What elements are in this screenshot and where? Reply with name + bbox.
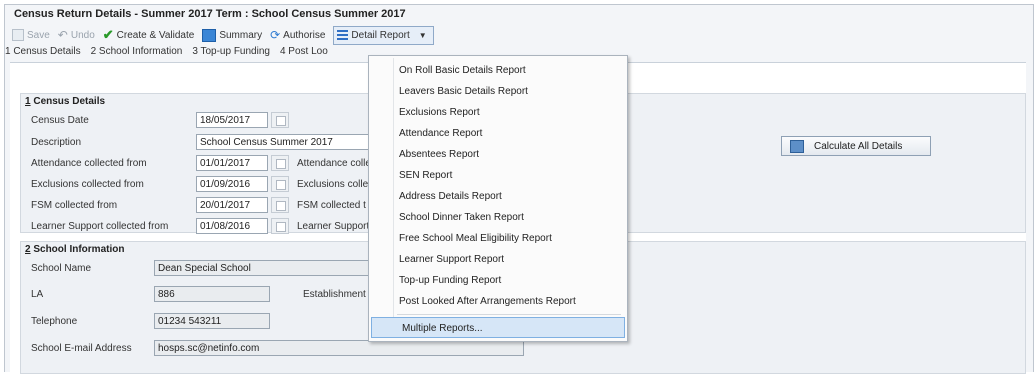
summary-label: Summary [219, 29, 263, 41]
menu-item-multiple-reports[interactable]: Multiple Reports... [371, 317, 625, 338]
exclusions-from-label: Exclusions collected from [31, 178, 144, 190]
calendar-icon[interactable] [271, 218, 289, 234]
menu-item-exclusions[interactable]: Exclusions Report [369, 102, 627, 123]
description-label: Description [31, 136, 82, 148]
calendar-icon[interactable] [271, 197, 289, 213]
exclusions-from-field[interactable]: 01/09/2016 [196, 176, 268, 192]
section-tabs: 1 Census Details 2 School Information 3 … [5, 46, 328, 57]
school-information-heading: 2 School Information [25, 244, 125, 255]
summary-icon [202, 28, 217, 42]
save-label: Save [27, 29, 50, 41]
chevron-down-icon: ▼ [418, 30, 427, 40]
menu-item-top-up-funding[interactable]: Top-up Funding Report [369, 270, 627, 291]
calculate-all-details-button[interactable]: Calculate All Details [781, 136, 931, 156]
calculate-all-details-label: Calculate All Details [814, 140, 903, 152]
menu-item-post-looked-after-arrangements[interactable]: Post Looked After Arrangements Report [369, 291, 627, 312]
menu-item-address-details[interactable]: Address Details Report [369, 186, 627, 207]
menu-separator [397, 314, 621, 315]
detail-report-menu: On Roll Basic Details Report Leavers Bas… [368, 55, 628, 342]
establishment-label: Establishment N [303, 288, 376, 300]
menu-item-sen[interactable]: SEN Report [369, 165, 627, 186]
window-title: Census Return Details - Summer 2017 Term… [14, 8, 406, 20]
authorise-button[interactable]: ⟳ Authorise [270, 29, 325, 41]
fsm-from-field[interactable]: 20/01/2017 [196, 197, 268, 213]
tab-top-up-funding[interactable]: 3 Top-up Funding [192, 46, 270, 57]
attendance-from-field[interactable]: 01/01/2017 [196, 155, 268, 171]
undo-icon: ↶ [57, 28, 68, 42]
calendar-icon[interactable] [271, 155, 289, 171]
tab-census-details[interactable]: 1 Census Details [5, 46, 81, 57]
menu-item-free-school-meal-eligibility[interactable]: Free School Meal Eligibility Report [369, 228, 627, 249]
fsm-from-label: FSM collected from [31, 199, 118, 211]
la-label: LA [31, 288, 44, 300]
tab-post-looked-after[interactable]: 4 Post Loo [280, 46, 328, 57]
undo-button[interactable]: ↶ Undo [58, 29, 95, 41]
learner-support-from-field[interactable]: 01/08/2016 [196, 218, 268, 234]
save-button[interactable]: Save [12, 29, 50, 41]
list-icon [337, 30, 349, 40]
check-icon: ✔ [102, 27, 114, 42]
detail-report-button[interactable]: Detail Report ▼ [333, 25, 434, 45]
menu-item-learner-support[interactable]: Learner Support Report [369, 249, 627, 270]
school-email-label: School E-mail Address [31, 342, 132, 354]
calendar-icon[interactable] [271, 112, 289, 128]
menu-item-attendance[interactable]: Attendance Report [369, 123, 627, 144]
create-validate-button[interactable]: ✔ Create & Validate [102, 27, 195, 42]
fsm-to-label: FSM collected t [297, 199, 366, 211]
authorise-icon: ⟳ [270, 28, 281, 42]
school-name-label: School Name [31, 262, 92, 274]
exclusions-to-label: Exclusions colle [297, 178, 369, 190]
la-field: 886 [154, 286, 270, 302]
save-icon [12, 29, 24, 41]
calendar-icon[interactable] [271, 176, 289, 192]
learner-support-from-label: Learner Support collected from [31, 220, 169, 232]
summary-button[interactable]: Summary [202, 28, 263, 42]
detail-report-label: Detail Report [351, 29, 410, 41]
menu-item-leavers-basic-details[interactable]: Leavers Basic Details Report [369, 81, 627, 102]
menu-item-on-roll-basic-details[interactable]: On Roll Basic Details Report [369, 60, 627, 81]
tab-school-information[interactable]: 2 School Information [91, 46, 183, 57]
create-validate-label: Create & Validate [116, 29, 195, 41]
attendance-to-label: Attendance colle [297, 157, 371, 169]
authorise-label: Authorise [283, 29, 326, 41]
undo-label: Undo [70, 29, 95, 41]
toolbar: Save ↶ Undo ✔ Create & Validate Summary … [12, 25, 434, 45]
census-date-label: Census Date [31, 114, 89, 126]
learner-support-to-label: Learner Support [297, 220, 370, 232]
attendance-from-label: Attendance collected from [31, 157, 147, 169]
census-date-field[interactable]: 18/05/2017 [196, 112, 268, 128]
telephone-field: 01234 543211 [154, 313, 270, 329]
menu-item-absentees[interactable]: Absentees Report [369, 144, 627, 165]
census-details-heading: 1 Census Details [25, 96, 106, 107]
menu-item-school-dinner-taken[interactable]: School Dinner Taken Report [369, 207, 627, 228]
telephone-label: Telephone [31, 315, 78, 327]
description-field[interactable]: School Census Summer 2017 [196, 134, 386, 150]
school-email-field: hosps.sc@netinfo.com [154, 340, 524, 356]
calculator-icon [790, 139, 804, 153]
